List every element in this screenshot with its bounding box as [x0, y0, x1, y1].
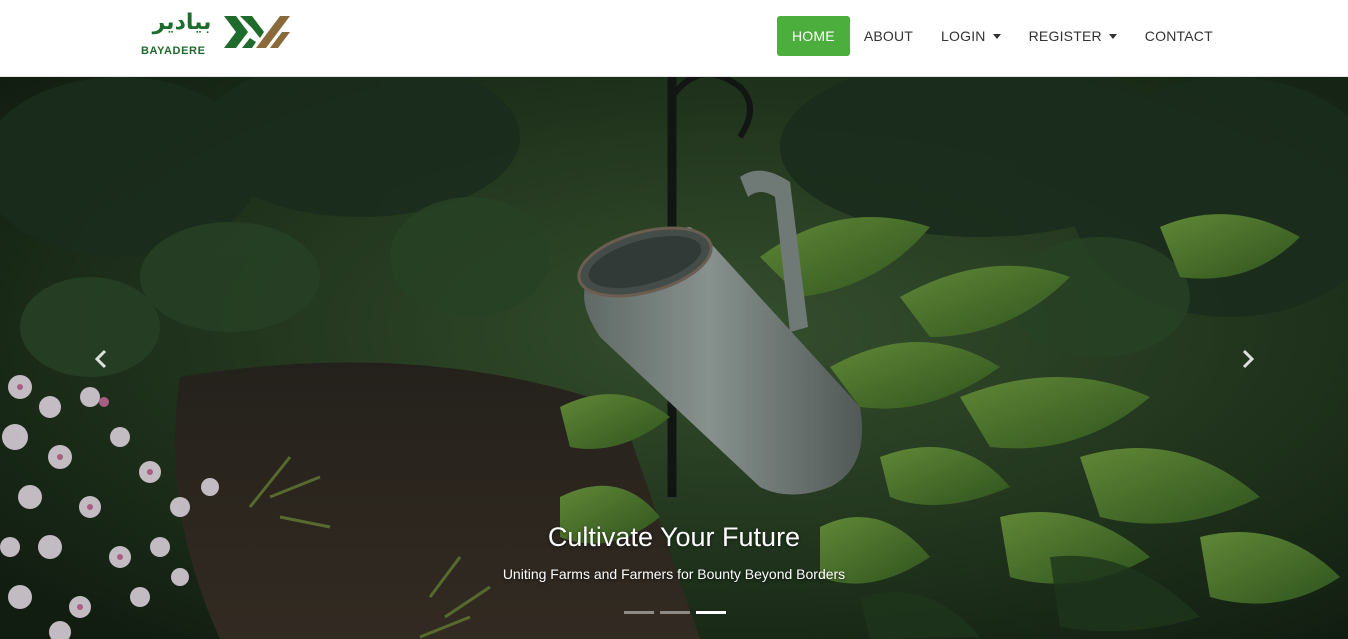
carousel-next-button[interactable]	[1233, 339, 1263, 379]
hero-overlay	[0, 77, 1348, 639]
caret-down-icon	[1108, 34, 1117, 39]
carousel-prev-button[interactable]	[86, 339, 116, 379]
nav-register-dropdown[interactable]: REGISTER	[1015, 16, 1131, 56]
nav-contact[interactable]: CONTACT	[1131, 16, 1227, 56]
carousel-indicator-2[interactable]	[660, 611, 690, 614]
nav-login-dropdown[interactable]: LOGIN	[927, 16, 1015, 56]
carousel-indicator-1[interactable]	[624, 611, 654, 614]
logo-mark-icon	[224, 16, 290, 48]
main-nav: HOME ABOUT LOGIN REGISTER CONTACT	[777, 16, 1227, 56]
carousel-indicators	[624, 611, 726, 614]
caret-down-icon	[992, 34, 1001, 39]
nav-home-label: HOME	[792, 28, 835, 44]
brand-latin-name: BAYADERE	[141, 45, 206, 57]
navbar: بيادير BAYADERE HOME ABOUT LOGIN REGISTE…	[0, 0, 1348, 77]
brand-arabic-name: بيادير	[152, 10, 212, 35]
carousel-subtitle: Uniting Farms and Farmers for Bounty Bey…	[502, 566, 846, 582]
nav-about-label: ABOUT	[863, 28, 914, 44]
nav-register-label: REGISTER	[1028, 28, 1102, 44]
nav-home[interactable]: HOME	[777, 16, 850, 56]
hero-carousel: Cultivate Your Future Uniting Farms and …	[0, 77, 1348, 639]
chevron-right-icon	[1242, 349, 1255, 369]
nav-login-label: LOGIN	[941, 28, 986, 44]
nav-about[interactable]: ABOUT	[850, 16, 927, 56]
carousel-indicator-3[interactable]	[696, 611, 726, 614]
chevron-left-icon	[94, 349, 107, 369]
brand-logo[interactable]: بيادير BAYADERE	[140, 10, 292, 58]
carousel-title: Cultivate Your Future	[547, 522, 801, 552]
nav-contact-label: CONTACT	[1144, 28, 1213, 44]
